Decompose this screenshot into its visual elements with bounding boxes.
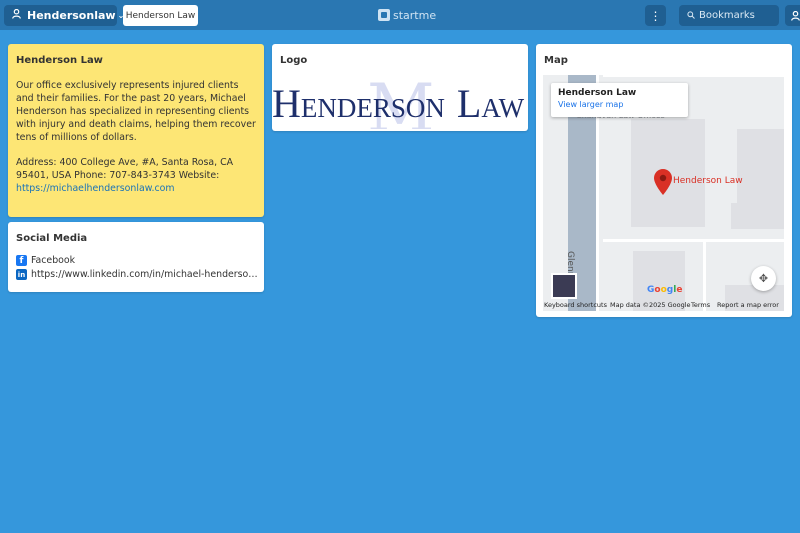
search-icon (687, 10, 695, 21)
about-title: Henderson Law (16, 55, 103, 66)
map-building (731, 203, 784, 229)
terms-link[interactable]: Terms (691, 301, 710, 309)
account-button[interactable] (785, 5, 800, 26)
map-road (603, 75, 784, 77)
user-menu-button[interactable]: Hendersonlaw ⌄ (4, 5, 124, 26)
street-view-thumbnail[interactable] (551, 273, 577, 299)
search-placeholder: Bookmarks (699, 10, 755, 21)
map-footer: Keyboard shortcuts Map data ©2025 Google… (543, 299, 784, 311)
more-options-icon[interactable]: ⋮ (645, 5, 666, 26)
logo-letters-aw: AW (481, 93, 525, 123)
henderson-law-logo: M HENDERSON LAW (272, 74, 528, 129)
user-menu-label: Hendersonlaw (27, 9, 116, 22)
logo-widget: Logo M HENDERSON LAW (272, 44, 528, 131)
logo-letter-l: L (456, 81, 482, 126)
startme-logo-text: startme (393, 8, 437, 22)
linkedin-icon: in (16, 269, 27, 280)
about-description: Our office exclusively represents injure… (16, 80, 256, 143)
report-map-error-link[interactable]: Report a map error (717, 301, 779, 309)
startme-logo-icon (378, 9, 390, 21)
social-link-facebook[interactable]: f Facebook (16, 255, 260, 266)
map-info-title: Henderson Law (558, 88, 637, 98)
social-title: Social Media (16, 233, 88, 244)
website-link[interactable]: https://michaelhendersonlaw.com (16, 183, 175, 194)
bookmarks-search[interactable]: Bookmarks (679, 5, 779, 26)
startme-logo[interactable]: startme (378, 8, 436, 22)
view-larger-map-link[interactable]: View larger map (558, 100, 681, 109)
map-info-box: Henderson Law View larger map (551, 83, 688, 117)
map-road (603, 239, 784, 242)
keyboard-shortcuts-link[interactable]: Keyboard shortcuts (544, 301, 607, 309)
user-icon (12, 8, 21, 22)
logo-wordmark: HENDERSON LAW (272, 80, 528, 127)
social-media-widget: Social Media f Facebook in https://www.l… (8, 222, 264, 292)
map-data-text: Map data ©2025 Google (610, 301, 691, 309)
logo-letters-enderson: ENDERSON (300, 93, 445, 123)
about-contact: Address: 400 College Ave, #A, Santa Rosa… (16, 156, 258, 195)
logo-title: Logo (280, 55, 308, 66)
top-bar: Hendersonlaw ⌄ Henderson Law startme ⋮ B… (0, 0, 800, 30)
tab-henderson-law[interactable]: Henderson Law (123, 5, 198, 26)
logo-letter-h: H (272, 81, 301, 126)
about-contact-text: Address: 400 College Ave, #A, Santa Rosa… (16, 157, 234, 181)
account-icon (791, 6, 800, 25)
social-label: Facebook (31, 255, 76, 266)
social-label: https://www.linkedin.com/in/michael-hend… (31, 269, 260, 280)
map-title: Map (544, 55, 568, 66)
map-widget: Map Chanavan Law Offices Henderson Law V… (536, 44, 792, 317)
map-pin-label: Henderson Law (673, 176, 743, 186)
map-move-control-icon[interactable]: ✥ (751, 266, 776, 291)
facebook-icon: f (16, 255, 27, 266)
google-map[interactable]: Chanavan Law Offices Henderson Law View … (543, 75, 784, 311)
social-link-linkedin[interactable]: in https://www.linkedin.com/in/michael-h… (16, 269, 260, 280)
google-logo: Google (647, 285, 683, 295)
about-widget: Henderson Law Our office exclusively rep… (8, 44, 264, 217)
map-pin-icon[interactable] (654, 169, 672, 199)
